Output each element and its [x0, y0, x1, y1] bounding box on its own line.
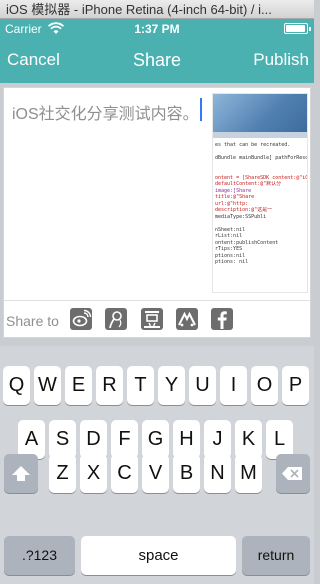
- thumbnail-code-line: dBundle mainBundle] pathForResou: [215, 155, 308, 161]
- key-r[interactable]: R: [96, 366, 123, 405]
- key-q[interactable]: Q: [3, 366, 30, 405]
- keyboard: QWERTYUIOP ASDFGHJKL ZXCVBNM .?123 space…: [0, 346, 314, 584]
- divider: [4, 300, 310, 301]
- share-content-textview[interactable]: iOS社交化分享测试内容。: [12, 100, 199, 124]
- shift-key[interactable]: [4, 454, 38, 493]
- key-n[interactable]: N: [204, 454, 231, 493]
- battery-icon: [284, 23, 311, 34]
- numbers-key[interactable]: .?123: [4, 536, 75, 575]
- share-to-label: Share to: [6, 313, 59, 329]
- thumbnail-code-line: [215, 266, 307, 273]
- backspace-key[interactable]: [276, 454, 310, 493]
- key-m[interactable]: M: [235, 454, 262, 493]
- text-cursor: [200, 98, 202, 121]
- key-w[interactable]: W: [34, 366, 61, 405]
- thumbnail-code-text: es that can be recreated. dBundle mainBu…: [215, 142, 308, 273]
- renren-icon[interactable]: [176, 308, 198, 330]
- status-time: 1:37 PM: [134, 22, 180, 36]
- key-v[interactable]: V: [142, 454, 169, 493]
- key-o[interactable]: O: [251, 366, 278, 405]
- key-u[interactable]: U: [189, 366, 216, 405]
- key-x[interactable]: X: [80, 454, 107, 493]
- thumbnail-toolbar: [213, 132, 307, 138]
- navigation-bar: Cancel Share Publish: [0, 39, 314, 83]
- tencent-weibo-icon[interactable]: [105, 308, 127, 330]
- douban-icon[interactable]: [141, 308, 163, 330]
- key-t[interactable]: T: [127, 366, 154, 405]
- key-i[interactable]: I: [220, 366, 247, 405]
- key-b[interactable]: B: [173, 454, 200, 493]
- space-key[interactable]: space: [81, 536, 236, 575]
- key-p[interactable]: P: [282, 366, 309, 405]
- status-bar: Carrier 1:37 PM: [0, 19, 314, 39]
- publish-button[interactable]: Publish: [253, 50, 309, 70]
- app-header: Carrier 1:37 PM Cancel Share Publish: [0, 19, 314, 83]
- thumbnail-screenshot-header: [213, 94, 307, 132]
- facebook-icon[interactable]: [211, 308, 233, 330]
- key-y[interactable]: Y: [158, 366, 185, 405]
- sina-weibo-icon[interactable]: [70, 308, 92, 330]
- key-z[interactable]: Z: [49, 454, 76, 493]
- attached-image-thumbnail[interactable]: es that can be recreated. dBundle mainBu…: [212, 93, 308, 293]
- simulator-window-title: iOS 模拟器 - iPhone Retina (4-inch 64-bit) …: [0, 0, 314, 19]
- key-e[interactable]: E: [65, 366, 92, 405]
- key-c[interactable]: C: [111, 454, 138, 493]
- share-compose-card: iOS社交化分享测试内容。 es that can be recreated. …: [3, 87, 311, 338]
- return-key[interactable]: return: [242, 536, 310, 575]
